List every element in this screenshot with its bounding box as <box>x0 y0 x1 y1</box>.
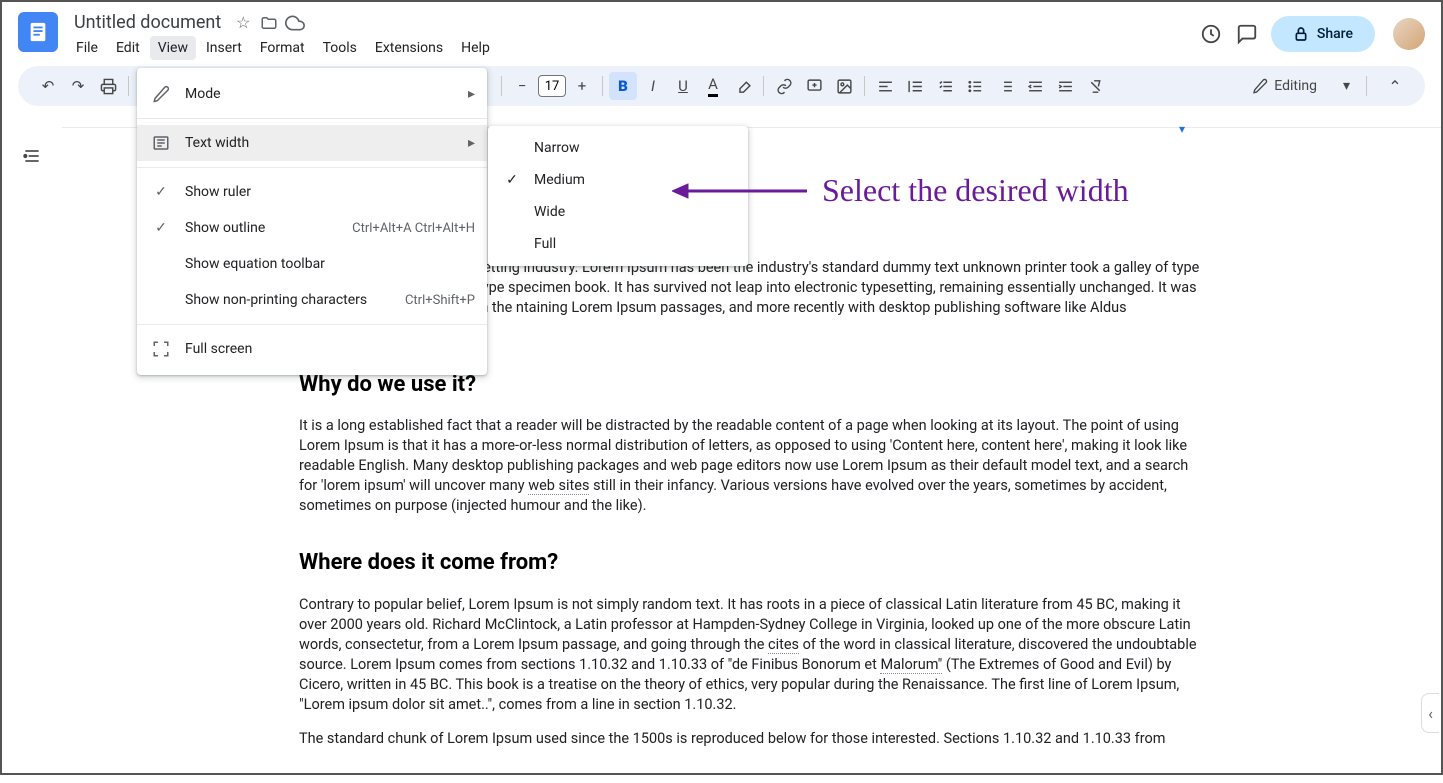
menu-edit[interactable]: Edit <box>108 36 148 60</box>
editing-mode-button[interactable]: Editing ▾ <box>1242 72 1360 100</box>
header: Untitled document ☆ File Edit View Inser… <box>2 2 1441 66</box>
menu-view[interactable]: View <box>150 36 196 60</box>
shortcut-text: Ctrl+Shift+P <box>405 293 475 308</box>
menu-divider <box>137 118 487 119</box>
submenu-item-label: Narrow <box>534 140 579 156</box>
check-icon: ✓ <box>500 172 524 188</box>
menu-divider <box>137 324 487 325</box>
bold-button[interactable]: B <box>609 72 637 100</box>
star-icon[interactable]: ☆ <box>233 13 253 33</box>
clear-formatting-button[interactable] <box>1081 72 1109 100</box>
check-icon: ✓ <box>149 184 173 200</box>
indent-increase-button[interactable] <box>1051 72 1079 100</box>
submenu-arrow-icon: ▸ <box>468 135 475 151</box>
menu-item-show-equation-toolbar[interactable]: Show equation toolbar <box>137 246 487 282</box>
menu-item-label: Show equation toolbar <box>185 256 475 272</box>
undo-button[interactable]: ↶ <box>34 72 62 100</box>
font-size-decrease[interactable]: − <box>508 72 536 100</box>
redo-button[interactable]: ↷ <box>64 72 92 100</box>
menu-item-text-width[interactable]: Text width ▸ <box>137 125 487 161</box>
menubar: File Edit View Insert Format Tools Exten… <box>68 36 1199 60</box>
submenu-arrow-icon: ▸ <box>468 86 475 102</box>
italic-button[interactable]: I <box>639 72 667 100</box>
menu-help[interactable]: Help <box>453 36 498 60</box>
indent-decrease-button[interactable] <box>1021 72 1049 100</box>
menu-item-show-outline[interactable]: ✓ Show outline Ctrl+Alt+A Ctrl+Alt+H <box>137 210 487 246</box>
editing-mode-label: Editing <box>1274 78 1317 94</box>
font-size-input[interactable] <box>538 75 566 97</box>
paragraph[interactable]: Contrary to popular belief, Lorem Ipsum … <box>299 595 1201 715</box>
numbered-list-button[interactable] <box>991 72 1019 100</box>
bulleted-list-button[interactable] <box>961 72 989 100</box>
title-area: Untitled document ☆ File Edit View Inser… <box>68 10 1199 60</box>
text-width-submenu: Narrow ✓ Medium Wide Full <box>488 126 748 266</box>
underline-button[interactable]: U <box>669 72 697 100</box>
menu-divider <box>137 167 487 168</box>
highlight-button[interactable] <box>729 72 757 100</box>
insert-image-button[interactable] <box>830 72 858 100</box>
comments-icon[interactable] <box>1235 22 1259 46</box>
collapse-toolbar-button[interactable]: ⌃ <box>1381 72 1409 100</box>
view-menu-dropdown: Mode ▸ Text width ▸ ✓ Show ruler ✓ Show … <box>137 68 487 375</box>
docs-logo[interactable] <box>18 12 58 52</box>
outline-toggle-button[interactable] <box>18 142 46 170</box>
submenu-item-label: Medium <box>534 172 585 188</box>
submenu-item-full[interactable]: Full <box>488 228 748 260</box>
menu-item-label: Show ruler <box>185 184 475 200</box>
checklist-button[interactable] <box>931 72 959 100</box>
history-icon[interactable] <box>1199 22 1223 46</box>
ruler-right-marker[interactable]: ▾ <box>1179 122 1185 136</box>
heading[interactable]: Where does it come from? <box>299 548 1201 578</box>
submenu-item-wide[interactable]: Wide <box>488 196 748 228</box>
align-button[interactable] <box>871 72 899 100</box>
paragraph[interactable]: The standard chunk of Lorem Ipsum used s… <box>299 729 1201 749</box>
submenu-item-medium[interactable]: ✓ Medium <box>488 164 748 196</box>
menu-item-label: Mode <box>185 86 460 102</box>
add-comment-button[interactable] <box>800 72 828 100</box>
menu-item-show-ruler[interactable]: ✓ Show ruler <box>137 174 487 210</box>
document-title[interactable]: Untitled document <box>68 10 227 35</box>
menu-item-label: Show outline <box>185 220 352 236</box>
menu-format[interactable]: Format <box>252 36 313 60</box>
check-icon: ✓ <box>149 220 173 236</box>
submenu-item-label: Wide <box>534 204 565 220</box>
chevron-down-icon: ▾ <box>1343 78 1350 94</box>
menu-item-label: Full screen <box>185 341 475 357</box>
submenu-item-label: Full <box>534 236 556 252</box>
font-size-control: − + <box>508 72 596 100</box>
menu-insert[interactable]: Insert <box>198 36 250 60</box>
line-spacing-button[interactable] <box>901 72 929 100</box>
menu-item-mode[interactable]: Mode ▸ <box>137 76 487 112</box>
fullscreen-icon <box>149 340 173 358</box>
text-width-icon <box>149 134 173 152</box>
insert-link-button[interactable] <box>770 72 798 100</box>
menu-extensions[interactable]: Extensions <box>367 36 451 60</box>
menu-item-full-screen[interactable]: Full screen <box>137 331 487 367</box>
menu-item-show-non-printing[interactable]: Show non-printing characters Ctrl+Shift+… <box>137 282 487 318</box>
print-button[interactable] <box>94 72 122 100</box>
move-folder-icon[interactable] <box>259 13 279 33</box>
menu-item-label: Show non-printing characters <box>185 292 405 308</box>
menu-file[interactable]: File <box>68 36 106 60</box>
paragraph[interactable]: It is a long established fact that a rea… <box>299 416 1201 516</box>
text-color-button[interactable]: A <box>699 72 727 100</box>
cloud-status-icon[interactable] <box>285 13 305 33</box>
menu-tools[interactable]: Tools <box>315 36 365 60</box>
shortcut-text: Ctrl+Alt+A Ctrl+Alt+H <box>352 221 475 236</box>
side-panel-toggle[interactable]: ‹ <box>1421 693 1439 733</box>
spellcheck-underline[interactable]: cites <box>768 636 799 654</box>
font-size-increase[interactable]: + <box>568 72 596 100</box>
share-label: Share <box>1317 26 1353 42</box>
share-button[interactable]: Share <box>1271 16 1375 52</box>
spellcheck-underline[interactable]: web sites <box>528 477 589 495</box>
user-avatar[interactable] <box>1393 18 1425 50</box>
pencil-icon <box>149 85 173 103</box>
spellcheck-underline[interactable]: Malorum" <box>880 656 942 674</box>
submenu-item-narrow[interactable]: Narrow <box>488 132 748 164</box>
menu-item-label: Text width <box>185 135 460 151</box>
